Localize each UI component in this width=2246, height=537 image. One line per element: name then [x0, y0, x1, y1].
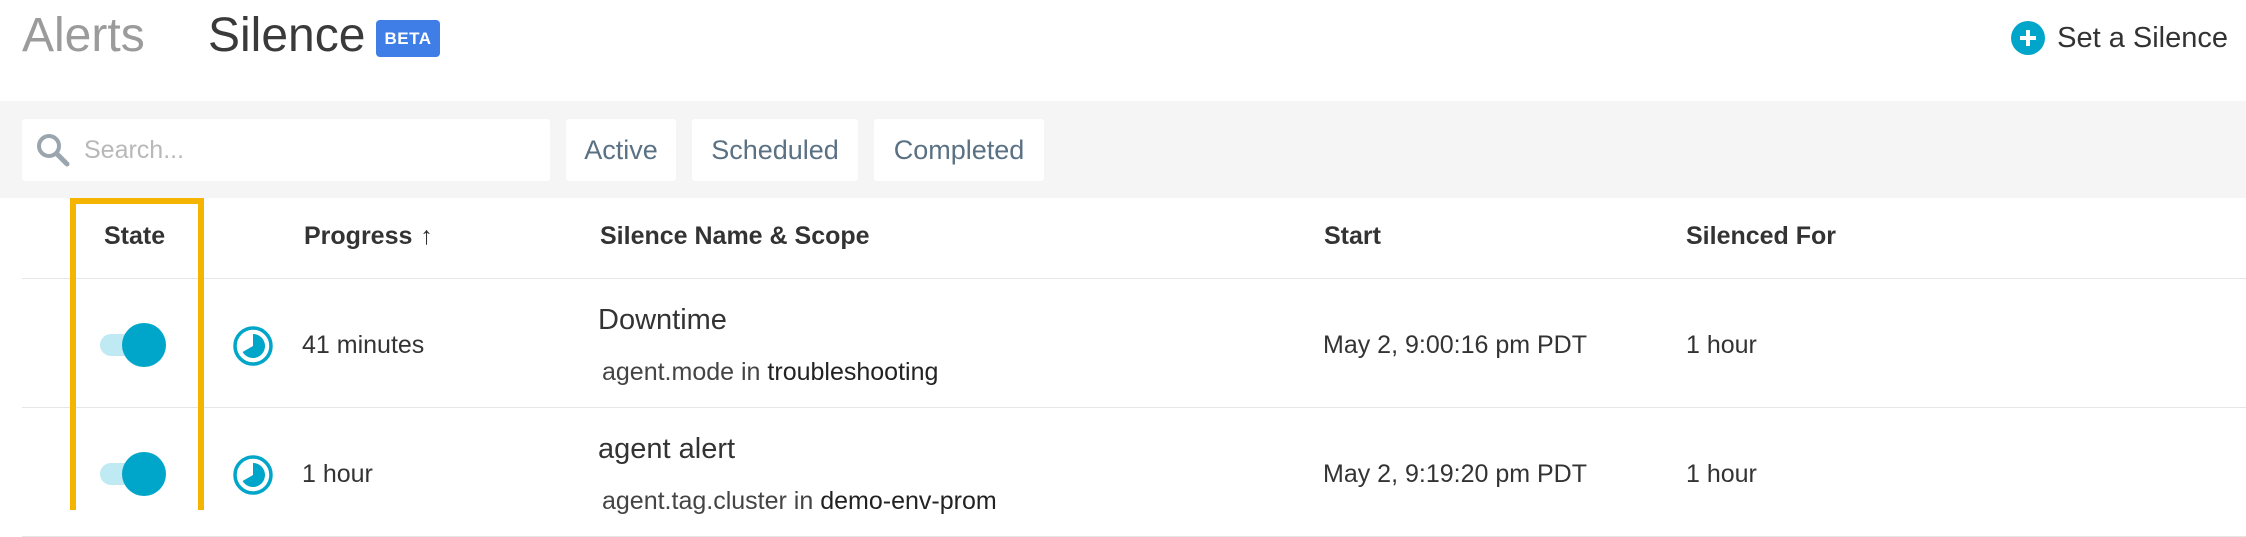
- scope-operator: in: [793, 487, 814, 515]
- search-box: [22, 119, 550, 181]
- state-toggle[interactable]: [100, 452, 166, 496]
- column-header-state[interactable]: State: [104, 198, 165, 274]
- sort-ascending-icon: ↑: [420, 222, 433, 250]
- silence-name[interactable]: Downtime: [598, 301, 727, 339]
- scope-label: agent.mode: [602, 358, 735, 386]
- toggle-knob: [122, 323, 166, 367]
- progress-value: 41 minutes: [302, 331, 425, 359]
- silences-table: State Progress ↑ Silence Name & Scope Sta…: [22, 198, 2246, 537]
- table-row[interactable]: 41 minutes Downtime agent.mode in troubl…: [22, 279, 2246, 408]
- clock-progress-icon: [233, 326, 273, 366]
- page-title: Silence: [208, 9, 366, 62]
- nav-alerts-link[interactable]: Alerts: [22, 6, 145, 66]
- scope-value: troubleshooting: [767, 358, 939, 386]
- search-input[interactable]: [84, 119, 534, 181]
- filter-active-button[interactable]: Active: [566, 119, 676, 181]
- table-row[interactable]: 1 hour agent alert agent.tag.cluster in …: [22, 408, 2246, 537]
- filter-completed-button[interactable]: Completed: [874, 119, 1044, 181]
- scope-operator: in: [741, 358, 761, 386]
- search-icon: [37, 134, 70, 167]
- filter-scheduled-button[interactable]: Scheduled: [692, 119, 858, 181]
- beta-badge: BETA: [376, 20, 440, 57]
- column-header-progress[interactable]: Progress ↑: [304, 198, 433, 274]
- start-time: May 2, 9:19:20 pm PDT: [1323, 460, 1588, 488]
- toggle-knob: [122, 452, 166, 496]
- silenced-for-duration: 1 hour: [1686, 331, 1757, 359]
- filter-toolbar: Active Scheduled Completed: [0, 101, 2246, 198]
- table-header: State Progress ↑ Silence Name & Scope Sta…: [22, 198, 2246, 279]
- column-header-progress-label: Progress: [304, 222, 413, 250]
- silenced-for-duration: 1 hour: [1686, 460, 1757, 488]
- column-header-name-scope[interactable]: Silence Name & Scope: [600, 198, 870, 274]
- silence-scope: agent.tag.cluster in demo-env-prom: [602, 484, 997, 518]
- plus-circle-icon: [2011, 21, 2046, 55]
- start-time: May 2, 9:00:16 pm PDT: [1323, 331, 1588, 359]
- scope-label: agent.tag.cluster: [602, 487, 787, 515]
- clock-progress-icon: [233, 455, 273, 495]
- column-header-start[interactable]: Start: [1324, 198, 1381, 274]
- silence-scope: agent.mode in troubleshooting: [602, 355, 938, 389]
- column-header-silenced-for[interactable]: Silenced For: [1686, 198, 1836, 274]
- set-silence-button[interactable]: Set a Silence: [2011, 18, 2228, 58]
- scope-value: demo-env-prom: [820, 487, 997, 515]
- set-silence-label: Set a Silence: [2057, 21, 2228, 54]
- page-header: Alerts Silence BETA Set a Silence: [0, 0, 2246, 102]
- progress-value: 1 hour: [302, 460, 373, 488]
- silence-name[interactable]: agent alert: [598, 430, 735, 468]
- state-toggle[interactable]: [100, 323, 166, 367]
